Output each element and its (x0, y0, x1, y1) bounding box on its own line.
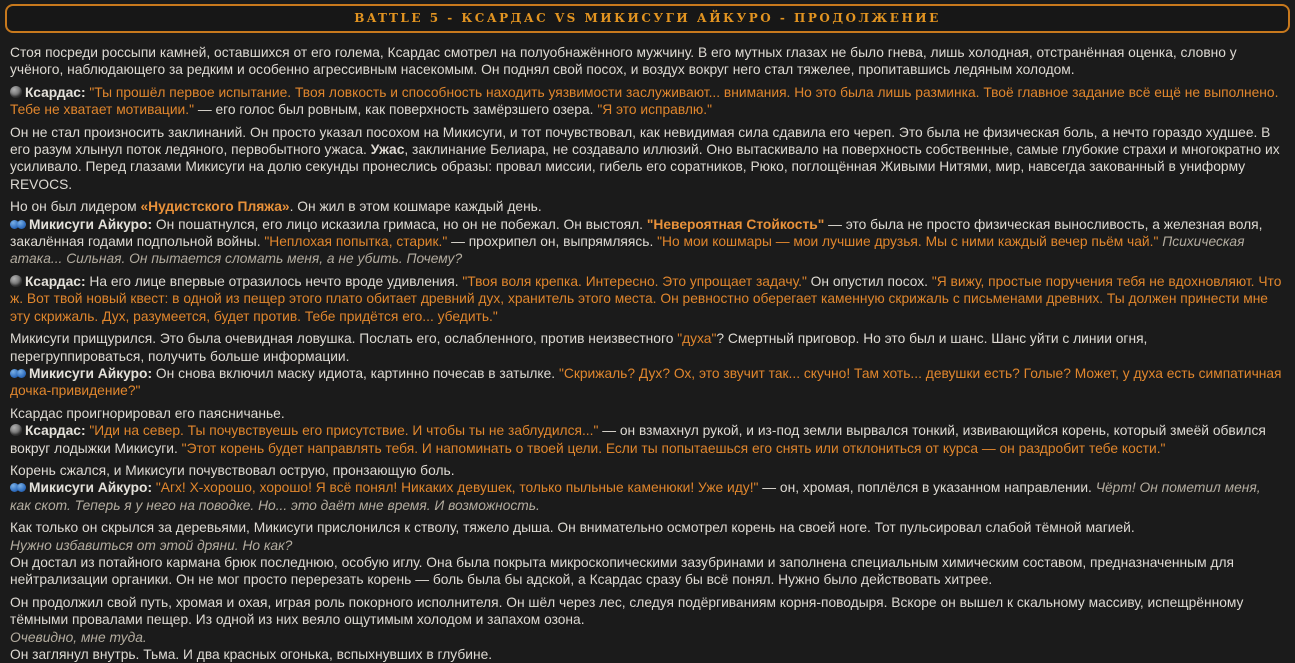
character-name: Ксардас: (25, 273, 90, 289)
text-segment: Он снова включил маску идиота, картинно … (155, 365, 559, 381)
blue-glasses-icon (10, 368, 26, 379)
text-segment: Ужас (370, 142, 405, 158)
story-line: Очевидно, мне туда. (10, 629, 1285, 646)
story-block: Микисуги прищурился. Это была очевидная … (10, 330, 1285, 400)
text-segment: Микисуги прищурился. Это была очевидная … (10, 331, 678, 347)
story-line: Микисуги Айкуро: "Агх! Х-хорошо, хорошо!… (10, 479, 1285, 514)
character-name: Ксардас: (25, 423, 90, 439)
text-segment: Но он был лидером (10, 199, 141, 215)
text-segment: Он продолжил свой путь, хромая и охая, и… (10, 594, 1244, 628)
character-name: Ксардас: (25, 84, 90, 100)
character-name: Микисуги Айкуро: (29, 216, 156, 232)
text-segment: Как только он скрылся за деревьями, Мики… (10, 520, 1135, 536)
page-title: BATTLE 5 - КСАРДАС VS МИКИСУГИ АЙКУРО - … (354, 11, 941, 25)
story: Стоя посреди россыпи камней, оставшихся … (0, 42, 1295, 663)
story-block: Стоя посреди россыпи камней, оставшихся … (10, 44, 1285, 79)
story-line: Он достал из потайного кармана брюк посл… (10, 554, 1285, 589)
text-segment: "Агх! Х-хорошо, хорошо! Я всё понял! Ник… (155, 480, 759, 496)
story-line: Микисуги Айкуро: Он снова включил маску … (10, 365, 1285, 400)
text-segment: Он достал из потайного кармана брюк посл… (10, 554, 1234, 588)
text-segment: Нужно избавиться от этой дряни. Но как? (10, 537, 293, 553)
story-line: Как только он скрылся за деревьями, Мики… (10, 519, 1285, 536)
character-name: Микисуги Айкуро: (29, 365, 156, 381)
story-line: Корень сжался, и Микисуги почувствовал о… (10, 462, 1285, 479)
text-segment: Он опустил посох. (806, 273, 932, 289)
text-segment: "Невероятная Стойкость" (646, 216, 825, 232)
dark-orb-icon (10, 274, 22, 287)
dark-orb-icon (10, 424, 22, 437)
story-line: Он не стал произносить заклинаний. Он пр… (10, 124, 1285, 194)
story-block: Он не стал произносить заклинаний. Он пр… (10, 124, 1285, 194)
battle-header-banner: BATTLE 5 - КСАРДАС VS МИКИСУГИ АЙКУРО - … (5, 4, 1290, 33)
story-line: Он заглянул внутрь. Тьма. И два красных … (10, 646, 1285, 663)
text-segment: "Но мои кошмары — мои лучшие друзья. Мы … (657, 234, 1159, 250)
story-line: Он продолжил свой путь, хромая и охая, и… (10, 594, 1285, 629)
text-segment: "духа" (677, 331, 717, 347)
text-segment: . Он жил в этом кошмаре каждый день. (289, 199, 542, 215)
text-segment: Ксардас проигнорировал его паясничанье. (10, 405, 285, 421)
story-line: Ксардас: На его лице впервые отразилось … (10, 273, 1285, 325)
text-segment: Очевидно, мне туда. (10, 629, 147, 645)
text-segment: — он, хромая, поплёлся в указанном напра… (758, 480, 1096, 496)
text-segment: "Я это исправлю." (597, 102, 712, 118)
text-segment: "Иди на север. Ты почувствуешь его прису… (89, 423, 599, 439)
story-block: Корень сжался, и Микисуги почувствовал о… (10, 462, 1285, 514)
story-block: Как только он скрылся за деревьями, Мики… (10, 519, 1285, 589)
story-line: Стоя посреди россыпи камней, оставшихся … (10, 44, 1285, 79)
story-line: Ксардас: "Ты прошёл первое испытание. Тв… (10, 84, 1285, 119)
story-block: Ксардас: На его лице впервые отразилось … (10, 273, 1285, 325)
story-block: Он продолжил свой путь, хромая и охая, и… (10, 594, 1285, 663)
text-segment: — его голос был ровным, как поверхность … (193, 102, 598, 118)
blue-glasses-icon (10, 483, 26, 493)
blue-glasses-icon (10, 219, 26, 230)
text-segment: Корень сжался, и Микисуги почувствовал о… (10, 462, 455, 478)
text-segment: Он пошатнулся, его лицо исказила гримаса… (155, 216, 647, 232)
text-segment: «Нудистского Пляжа» (140, 199, 290, 215)
dark-orb-icon (10, 85, 22, 98)
story-block: Ксардас: "Ты прошёл первое испытание. Тв… (10, 84, 1285, 119)
text-segment: "Твоя воля крепка. Интересно. Это упроща… (462, 273, 807, 289)
story-line: Микисуги прищурился. Это была очевидная … (10, 330, 1285, 365)
story-line: Но он был лидером «Нудистского Пляжа». О… (10, 198, 1285, 215)
story-block: Ксардас проигнорировал его паясничанье. К… (10, 405, 1285, 457)
text-segment: На его лице впервые отразилось нечто вро… (89, 273, 463, 289)
text-segment: Он заглянул внутрь. Тьма. И два красных … (10, 647, 493, 662)
text-segment: "Неплохая попытка, старик." (264, 234, 448, 250)
story-line: Ксардас проигнорировал его паясничанье. (10, 405, 1285, 422)
text-segment: Стоя посреди россыпи камней, оставшихся … (10, 45, 1237, 78)
story-block: Но он был лидером «Нудистского Пляжа». О… (10, 198, 1285, 268)
story-line: Нужно избавиться от этой дряни. Но как? (10, 537, 1285, 554)
text-segment: "Этот корень будет направлять тебя. И на… (181, 440, 1166, 456)
character-name: Микисуги Айкуро: (29, 480, 156, 496)
story-line: Микисуги Айкуро: Он пошатнулся, его лицо… (10, 216, 1285, 268)
story-line: Ксардас: "Иди на север. Ты почувствуешь … (10, 422, 1285, 457)
text-segment: — прохрипел он, выпрямляясь. (447, 234, 658, 250)
